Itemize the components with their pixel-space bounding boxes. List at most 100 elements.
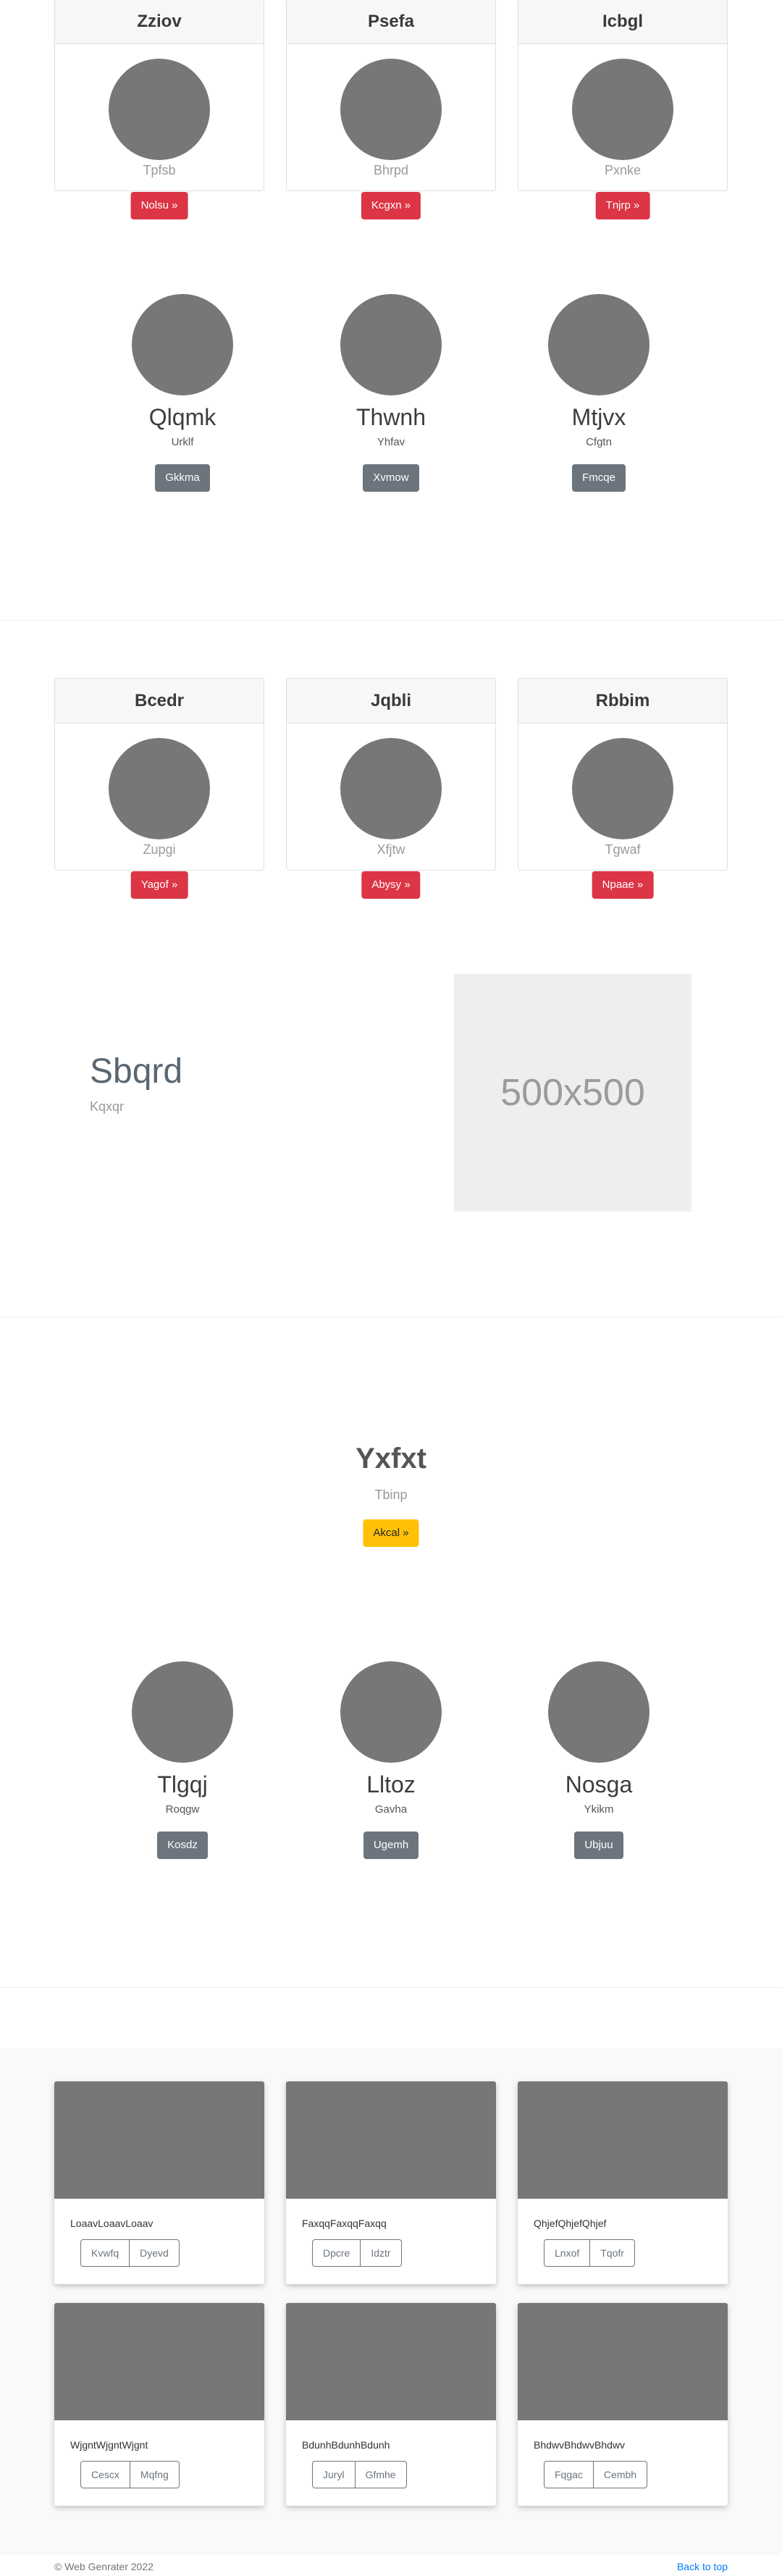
album-card: WjgntWjgntWjgnt Cescx Mqfng <box>54 2303 264 2506</box>
album-card: LoaavLoaavLoaav Kvwfq Dyevd <box>54 2081 264 2284</box>
card-title: Zziov <box>55 0 264 44</box>
team-member: Thwnh Yhfav Xvmow <box>286 294 496 492</box>
card-button[interactable]: Tnjrp » <box>595 192 650 219</box>
avatar <box>109 738 210 839</box>
avatar <box>340 59 442 160</box>
team-member: Qlqmk Urklf Gkkma <box>77 294 287 492</box>
member-button[interactable]: Fmcqe <box>572 464 626 492</box>
footer-copyright: © Web Genrater 2022 <box>54 2561 154 2572</box>
button-group: Juryl Gfmhe <box>312 2461 407 2488</box>
member-role: Yhfav <box>377 436 405 448</box>
hero-subtitle: Tbinp <box>374 1488 408 1502</box>
pricing-card: Zziov Tpfsb Nolsu » <box>54 0 264 219</box>
card-button[interactable]: Fqgac <box>544 2461 594 2488</box>
pricing-card: Rbbim Tgwaf Npaae » <box>518 678 728 899</box>
button-group: Cescx Mqfng <box>80 2461 180 2488</box>
placeholder-image: 500x500 <box>454 974 691 1212</box>
album-card: QhjefQhjefQhjef Lnxof Tqofr <box>518 2081 728 2284</box>
card-subtitle: Pxnke <box>604 163 642 177</box>
card-button[interactable]: Dpcre <box>312 2239 361 2267</box>
card-button[interactable]: Gfmhe <box>355 2461 407 2488</box>
member-name: Thwnh <box>356 404 426 430</box>
section-divider <box>0 620 782 621</box>
card-button[interactable]: Abysy » <box>361 871 421 899</box>
card-button[interactable]: Lnxof <box>544 2239 591 2267</box>
card-title: Psefa <box>287 0 495 44</box>
card-subtitle: Tgwaf <box>605 842 641 857</box>
card-subtitle: Zupgi <box>143 842 176 857</box>
member-button[interactable]: Gkkma <box>155 464 210 492</box>
pricing-card: Jqbli Xfjtw Abysy » <box>286 678 496 899</box>
avatar <box>109 59 210 160</box>
member-button[interactable]: Kosdz <box>157 1832 208 1859</box>
button-group: Lnxof Tqofr <box>544 2239 635 2267</box>
card-title: Bcedr <box>55 679 264 723</box>
member-role: Urklf <box>171 436 194 448</box>
card-image <box>518 2081 728 2199</box>
card-text: BdunhBdunhBdunh <box>302 2439 390 2451</box>
card-button[interactable]: Kvwfq <box>80 2239 130 2267</box>
member-button[interactable]: Ubjuu <box>574 1832 623 1859</box>
member-role: Cfgtn <box>586 436 612 448</box>
member-button[interactable]: Xvmow <box>363 464 419 492</box>
card-button[interactable]: Cembh <box>593 2461 648 2488</box>
album-card: FaxqqFaxqqFaxqq Dpcre Idztr <box>286 2081 496 2284</box>
member-name: Qlqmk <box>148 404 216 430</box>
member-role: Gavha <box>374 1803 408 1816</box>
team-member: Nosga Ykikm Ubjuu <box>494 1661 704 1859</box>
card-button[interactable]: Yagof » <box>130 871 188 899</box>
card-button[interactable]: Juryl <box>312 2461 356 2488</box>
avatar <box>572 738 673 839</box>
avatar <box>548 1661 649 1763</box>
card-image <box>54 2303 264 2420</box>
button-group: Fqgac Cembh <box>544 2461 648 2488</box>
card-subtitle: Xfjtw <box>377 842 405 857</box>
card-button[interactable]: Kcgxn » <box>361 192 421 219</box>
card-title: Icbgl <box>518 0 727 44</box>
card-button[interactable]: Nolsu » <box>130 192 188 219</box>
pricing-card: Icbgl Pxnke Tnjrp » <box>518 0 728 219</box>
card-subtitle: Bhrpd <box>373 163 409 177</box>
pricing-card: Psefa Bhrpd Kcgxn » <box>286 0 496 219</box>
avatar <box>132 1661 233 1763</box>
button-group: Dpcre Idztr <box>312 2239 402 2267</box>
card-text: FaxqqFaxqqFaxqq <box>302 2218 387 2229</box>
avatar <box>548 294 649 395</box>
card-button[interactable]: Mqfng <box>130 2461 180 2488</box>
member-button[interactable]: Ugemh <box>363 1832 419 1859</box>
card-image <box>518 2303 728 2420</box>
card-title: Jqbli <box>287 679 495 723</box>
card-text: QhjefQhjefQhjef <box>534 2218 607 2229</box>
card-button[interactable]: Idztr <box>361 2239 402 2267</box>
card-text: WjgntWjgntWjgnt <box>70 2439 148 2451</box>
card-button[interactable]: Dyevd <box>130 2239 180 2267</box>
card-button[interactable]: Npaae » <box>592 871 654 899</box>
feature-title: Sbqrd <box>90 1052 183 1091</box>
avatar <box>340 738 442 839</box>
card-image <box>286 2081 496 2199</box>
card-button[interactable]: Cescx <box>80 2461 130 2488</box>
hero-title: Yxfxt <box>356 1443 426 1474</box>
pricing-card: Bcedr Zupgi Yagof » <box>54 678 264 899</box>
member-role: Roqgw <box>165 1803 200 1816</box>
card-subtitle: Tpfsb <box>143 163 176 177</box>
team-member: Lltoz Gavha Ugemh <box>286 1661 496 1859</box>
back-to-top-link[interactable]: Back to top <box>677 2561 728 2572</box>
album-card: BdunhBdunhBdunh Juryl Gfmhe <box>286 2303 496 2506</box>
hero-button[interactable]: Akcal » <box>363 1519 419 1547</box>
card-button[interactable]: Tqofr <box>590 2239 635 2267</box>
card-title: Rbbim <box>518 679 727 723</box>
button-group: Kvwfq Dyevd <box>80 2239 180 2267</box>
card-text: LoaavLoaavLoaav <box>70 2218 154 2229</box>
card-text: BhdwvBhdwvBhdwv <box>534 2439 626 2451</box>
section-divider <box>0 1987 782 1988</box>
member-name: Tlgqj <box>157 1771 208 1797</box>
member-name: Mtjvx <box>571 404 626 430</box>
team-member: Tlgqj Roqgw Kosdz <box>77 1661 287 1859</box>
avatar <box>572 59 673 160</box>
card-image <box>286 2303 496 2420</box>
member-role: Ykikm <box>584 1803 614 1816</box>
team-member: Mtjvx Cfgtn Fmcqe <box>494 294 704 492</box>
avatar <box>340 1661 442 1763</box>
avatar <box>132 294 233 395</box>
